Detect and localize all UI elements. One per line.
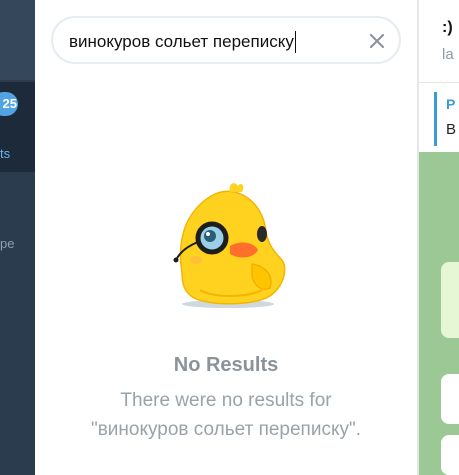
message-bubble[interactable] — [441, 374, 459, 424]
chat-title[interactable]: :) — [442, 19, 453, 37]
chat-status: la — [442, 46, 454, 63]
header-divider — [419, 82, 459, 83]
no-results-title: No Results — [173, 354, 279, 376]
chat-wallpaper — [419, 152, 459, 475]
no-results-line2: "винокуров сольет переписку". — [90, 419, 362, 440]
pinned-message-bar — [434, 92, 437, 146]
unread-badge: 25 — [0, 92, 18, 116]
duck-sticker-icon — [170, 180, 292, 310]
folder-label-chats[interactable]: ts — [0, 146, 10, 161]
pinned-message-title[interactable]: P — [446, 96, 455, 112]
folders-sidebar: 25 ts pe — [0, 0, 35, 475]
pinned-message-text[interactable]: B — [446, 121, 456, 138]
text-caret — [294, 31, 297, 53]
search-panel: No Results There were no results for "ви… — [35, 0, 417, 475]
no-results-line1: There were no results for — [120, 390, 332, 411]
close-icon[interactable] — [365, 29, 389, 53]
search-bar[interactable] — [51, 16, 401, 64]
message-bubble[interactable] — [441, 435, 459, 475]
folder-label-other[interactable]: pe — [0, 236, 14, 251]
chat-panel: :) la P B — [419, 0, 459, 475]
menu-area[interactable] — [0, 0, 35, 80]
search-input[interactable] — [69, 30, 369, 54]
no-results-description: There were no results for "винокуров сол… — [35, 386, 417, 444]
message-bubble[interactable] — [441, 262, 459, 338]
